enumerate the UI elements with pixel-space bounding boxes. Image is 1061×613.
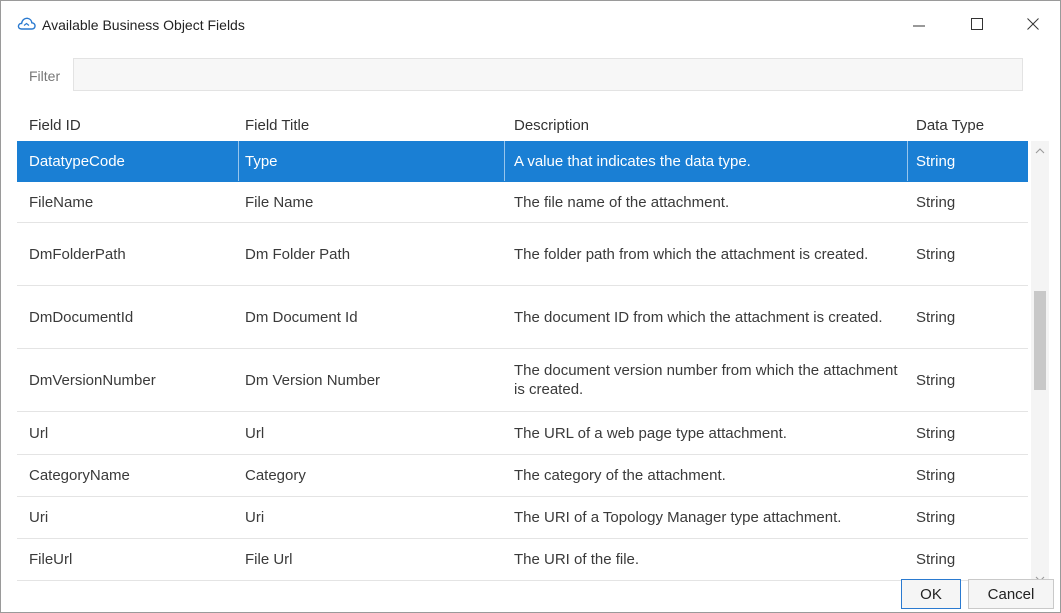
table-body: DatatypeCode Type A value that indicates… <box>17 141 1028 581</box>
cell-data-type: String <box>916 424 956 442</box>
column-divider <box>504 141 505 181</box>
cloud-icon <box>17 17 36 30</box>
cell-description: The URL of a web page type attachment. <box>514 424 787 442</box>
minimize-button[interactable] <box>899 9 939 39</box>
cell-data-type: String <box>916 371 956 389</box>
cell-field-id: DmDocumentId <box>29 308 134 326</box>
filter-input[interactable] <box>73 58 1023 91</box>
cell-field-title: Type <box>245 152 278 170</box>
cell-field-id: FileName <box>29 193 94 211</box>
cell-field-title: Dm Document Id <box>245 308 358 326</box>
cell-description: The URI of a Topology Manager type attac… <box>514 509 842 526</box>
column-header-field-id[interactable]: Field ID <box>29 117 81 134</box>
cell-description: The document ID from which the attachmen… <box>514 308 883 326</box>
cell-field-title: File Name <box>245 193 314 211</box>
cell-field-id: CategoryName <box>29 467 130 484</box>
cell-data-type: String <box>916 308 956 326</box>
cell-description: A value that indicates the data type. <box>514 152 751 170</box>
scroll-up-button[interactable] <box>1031 141 1049 161</box>
close-button[interactable] <box>1013 9 1053 39</box>
table-row[interactable]: Url Url The URL of a web page type attac… <box>17 412 1028 455</box>
table-row[interactable]: DmVersionNumber Dm Version Number The do… <box>17 349 1028 412</box>
ok-button[interactable]: OK <box>901 579 961 609</box>
table-row[interactable]: Uri Uri The URI of a Topology Manager ty… <box>17 497 1028 539</box>
table-row[interactable]: CategoryName Category The category of th… <box>17 455 1028 497</box>
maximize-icon <box>971 18 983 30</box>
column-header-data-type[interactable]: Data Type <box>916 117 984 134</box>
cell-field-title: Category <box>245 467 306 484</box>
column-divider <box>238 141 239 181</box>
cell-data-type: String <box>916 509 956 526</box>
cell-data-type: String <box>916 152 956 170</box>
dialog-window: Available Business Object Fields Filter … <box>0 0 1061 613</box>
window-title: Available Business Object Fields <box>42 17 245 33</box>
chevron-up-icon <box>1035 148 1045 154</box>
cell-description: The URI of the file. <box>514 551 640 568</box>
cell-description: The file name of the attachment. <box>514 193 730 211</box>
cell-field-id: DmFolderPath <box>29 245 126 263</box>
cell-description: The folder path from which the attachmen… <box>514 245 869 263</box>
cell-data-type: String <box>916 193 956 211</box>
cell-data-type: String <box>916 245 956 263</box>
cell-field-title: Uri <box>245 509 265 526</box>
table-row[interactable]: FileUrl File Url The URI of the file. St… <box>17 539 1028 581</box>
cell-field-title: Dm Version Number <box>245 371 381 389</box>
cell-data-type: String <box>916 551 956 568</box>
column-header-field-title[interactable]: Field Title <box>245 117 309 134</box>
cell-field-id: DatatypeCode <box>29 152 125 170</box>
cell-field-title: Dm Folder Path <box>245 245 351 263</box>
cell-description: The category of the attachment. <box>514 467 726 484</box>
cell-field-title: Url <box>245 424 265 442</box>
vertical-scrollbar[interactable] <box>1031 141 1049 589</box>
close-icon <box>1027 18 1039 30</box>
cancel-button[interactable]: Cancel <box>968 579 1054 609</box>
cell-field-title: File Url <box>245 551 293 568</box>
cell-field-id: FileUrl <box>29 551 73 568</box>
cell-data-type: String <box>916 467 956 484</box>
cell-field-id: DmVersionNumber <box>29 371 156 389</box>
table-row[interactable]: DatatypeCode Type A value that indicates… <box>17 141 1028 182</box>
minimize-icon <box>913 25 925 27</box>
table-row[interactable]: DmDocumentId Dm Document Id The document… <box>17 286 1028 349</box>
table-row[interactable]: FileName File Name The file name of the … <box>17 182 1028 223</box>
table-header: Field ID Field Title Description Data Ty… <box>17 106 1027 142</box>
scrollbar-thumb[interactable] <box>1034 291 1046 390</box>
cell-description: The document version number from which t… <box>514 362 898 398</box>
column-header-description[interactable]: Description <box>514 117 589 134</box>
title-bar[interactable]: Available Business Object Fields <box>1 1 1060 47</box>
cell-field-id: Url <box>29 424 49 442</box>
cell-field-id: Uri <box>29 509 49 526</box>
filter-label: Filter <box>29 68 61 84</box>
table-row[interactable]: DmFolderPath Dm Folder Path The folder p… <box>17 223 1028 286</box>
maximize-button[interactable] <box>957 9 997 39</box>
